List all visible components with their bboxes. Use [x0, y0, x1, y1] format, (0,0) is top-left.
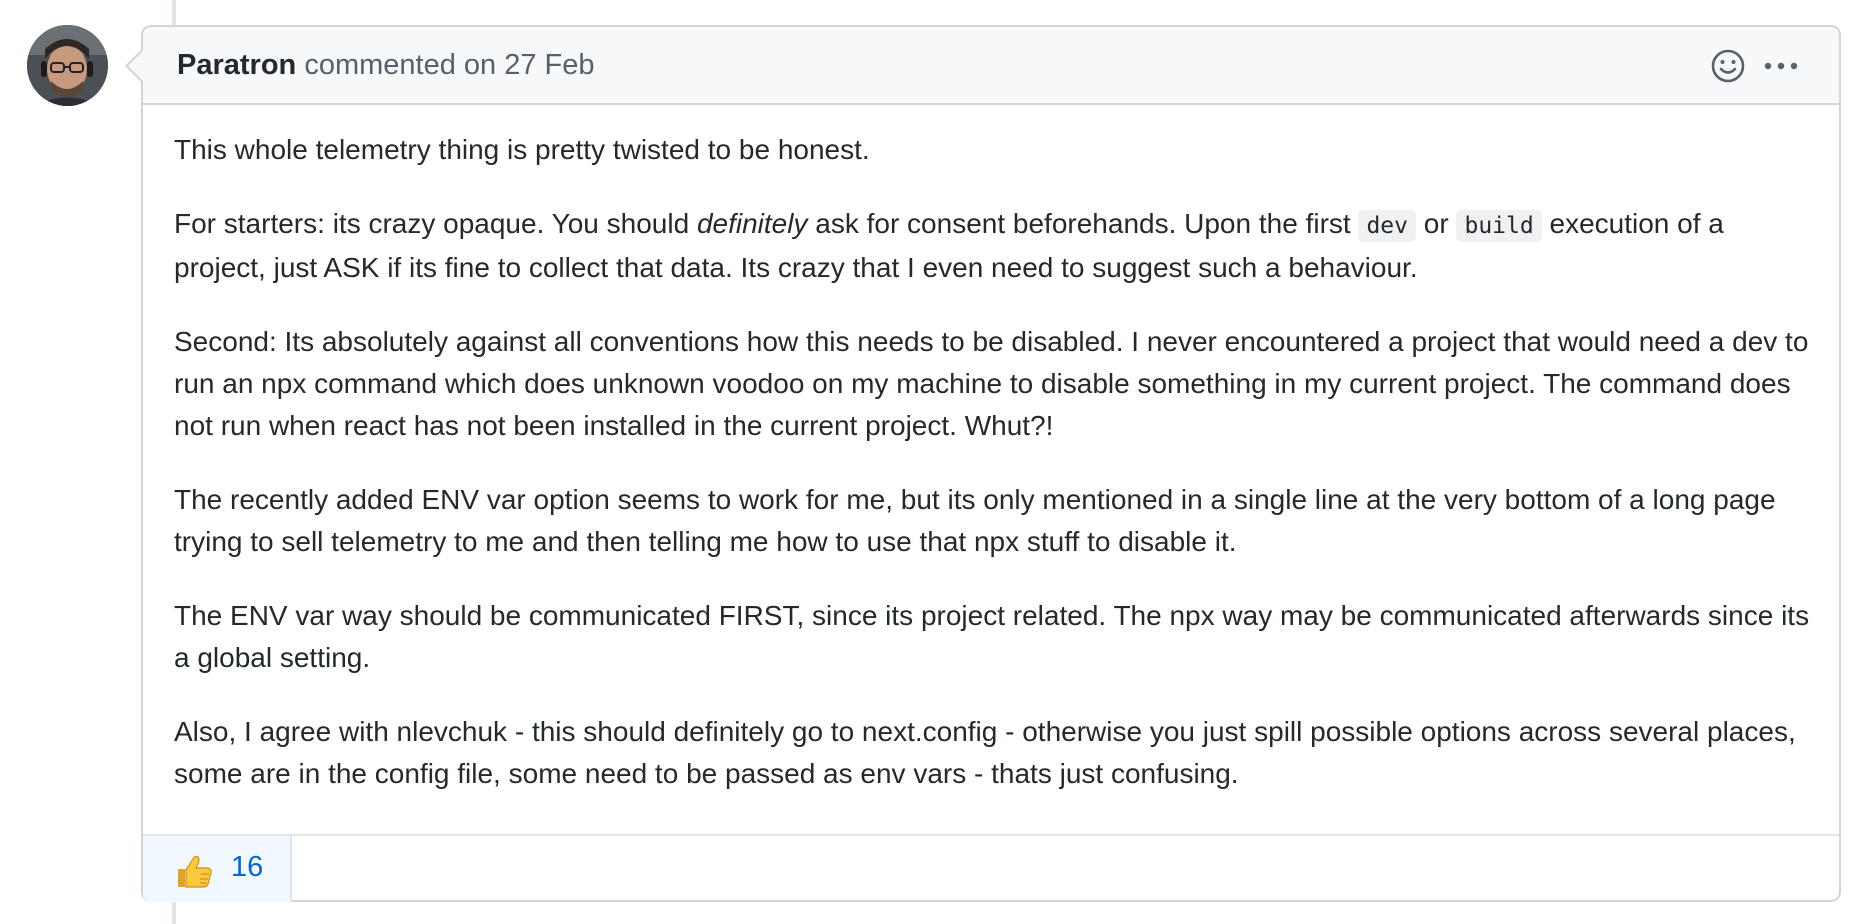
- comment-paragraph: This whole telemetry thing is pretty twi…: [174, 134, 870, 165]
- comment-reactions: 16: [143, 834, 1839, 902]
- comment-paragraph: Also, I agree with nlevchuk - this shoul…: [174, 716, 1796, 789]
- author-name[interactable]: Paratron: [177, 49, 296, 81]
- comment-body: This whole telemetry thing is pretty twi…: [174, 129, 1814, 827]
- comment-arrow-inner: [128, 51, 143, 81]
- kebab-horizontal-icon: [1764, 62, 1798, 70]
- inline-code: dev: [1358, 210, 1416, 242]
- inline-code: build: [1456, 210, 1542, 242]
- more-options-button[interactable]: [1761, 47, 1801, 85]
- comment-paragraph: Second: Its absolutely against all conve…: [174, 326, 1809, 441]
- reaction-count: 16: [231, 851, 264, 883]
- smiley-icon: [1711, 49, 1745, 83]
- reaction-thumbs-up-button[interactable]: 16: [143, 836, 292, 902]
- comment-box: Paratron commented on 27 Feb This whole …: [141, 25, 1841, 902]
- add-reaction-button[interactable]: [1709, 47, 1747, 85]
- comment-paragraph: For starters: its crazy opaque. You shou…: [174, 208, 1724, 283]
- comment-paragraph: The ENV var way should be communicated F…: [174, 600, 1810, 673]
- thumbs-up-icon: [178, 855, 212, 888]
- avatar[interactable]: [27, 25, 108, 106]
- comment-timestamp[interactable]: commented on 27 Feb: [304, 49, 594, 81]
- comment-meta: Paratron commented on 27 Feb: [177, 49, 595, 82]
- comment-header: Paratron commented on 27 Feb: [143, 27, 1839, 105]
- comment-paragraph: The recently added ENV var option seems …: [174, 484, 1776, 557]
